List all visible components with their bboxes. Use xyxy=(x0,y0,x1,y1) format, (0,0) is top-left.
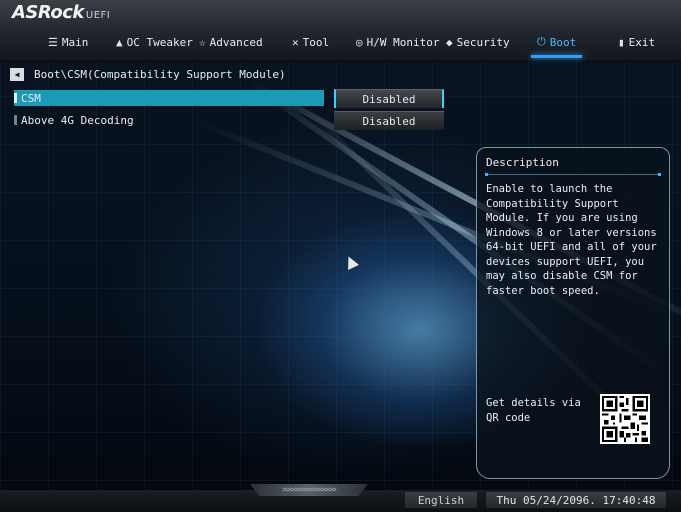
back-arrow-icon[interactable]: ◀ xyxy=(10,67,24,81)
star-icon: ☆ xyxy=(199,35,206,49)
tab-hw-monitor[interactable]: ◎ H/W Monitor xyxy=(356,30,439,54)
row-marker xyxy=(14,115,17,125)
setting-row-csm[interactable]: CSM xyxy=(14,90,324,106)
exit-icon: ▮ xyxy=(618,35,625,49)
tab-bar: ☰ Main ▲ OC Tweaker ☆ Advanced ✕ Tool ◎ H/W M… xyxy=(0,30,681,58)
tab-boot[interactable]: ⏻ Boot xyxy=(530,30,583,58)
language-button[interactable]: English xyxy=(405,492,477,508)
setting-row-above-4g-decoding[interactable]: Above 4G Decoding xyxy=(14,112,324,128)
tab-tool[interactable]: ✕ Tool xyxy=(292,30,329,54)
qr-code xyxy=(600,394,650,444)
tab-oc-tweaker[interactable]: ▲ OC Tweaker xyxy=(116,30,193,54)
monitor-icon: ◎ xyxy=(356,35,363,49)
top-bar: ASRock UEFI ☰ Main ▲ OC Tweaker ☆ Advanced ✕… xyxy=(0,0,681,61)
setting-value-csm[interactable]: Disabled xyxy=(334,89,444,108)
qr-code-icon xyxy=(602,396,648,442)
datetime-display: Thu 05/24/2096. 17:40:48 xyxy=(486,492,666,508)
setting-label: CSM xyxy=(21,91,41,105)
tab-main[interactable]: ☰ Main xyxy=(48,30,88,54)
breadcrumb: ◀ Boot\CSM(Compatibility Support Module) xyxy=(10,66,286,82)
setting-label: Above 4G Decoding xyxy=(21,113,134,127)
breadcrumb-path: Boot\CSM(Compatibility Support Module) xyxy=(34,67,286,81)
rocket-icon: ▲ xyxy=(116,35,123,49)
setting-value-above-4g-decoding[interactable]: Disabled xyxy=(334,111,444,130)
shield-icon: ◆ xyxy=(446,35,453,49)
description-panel: Description Enable to launch the Compati… xyxy=(476,147,670,479)
qr-label: Get details via QR code xyxy=(486,397,581,424)
chevron-strip: >>>>>>>>>>>>>> xyxy=(250,484,368,496)
row-marker xyxy=(14,93,17,103)
description-title: Description xyxy=(486,156,559,169)
tools-icon: ✕ xyxy=(292,35,299,49)
power-icon: ⏻ xyxy=(537,35,546,48)
tab-security[interactable]: ◆ Security xyxy=(446,30,510,54)
list-icon: ☰ xyxy=(48,35,58,49)
tab-exit[interactable]: ▮ Exit xyxy=(618,30,655,54)
tab-advanced[interactable]: ☆ Advanced xyxy=(199,30,263,54)
description-divider xyxy=(485,173,661,176)
bios-screen: ASRock UEFI ☰ Main ▲ OC Tweaker ☆ Advanced ✕… xyxy=(0,0,681,512)
description-text: Enable to launch the Compatibility Suppo… xyxy=(486,183,657,297)
brand-logo: ASRock UEFI xyxy=(12,2,111,23)
